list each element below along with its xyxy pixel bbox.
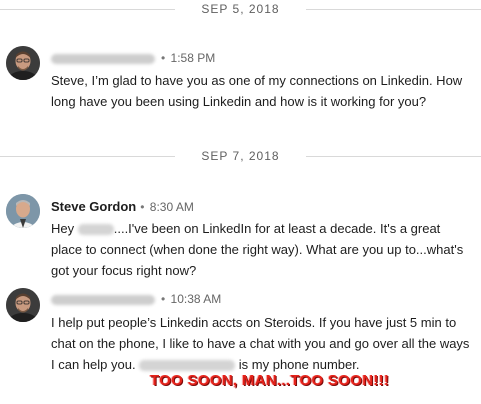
sender-avatar[interactable] xyxy=(6,46,40,80)
person-photo-icon xyxy=(6,288,40,322)
message-body: Steve, I’m glad to have you as one of my… xyxy=(51,73,463,109)
redacted-sender-name[interactable] xyxy=(51,294,155,305)
divider-line xyxy=(0,156,175,157)
sender-avatar[interactable] xyxy=(6,288,40,322)
message-time: 8:30 AM xyxy=(149,200,194,214)
redacted-sender-name[interactable] xyxy=(51,53,155,64)
message-time: 1:58 PM xyxy=(170,51,216,65)
date-divider-label: SEP 7, 2018 xyxy=(201,149,280,163)
redacted-phone-number xyxy=(139,360,236,372)
person-photo-icon xyxy=(6,46,40,80)
redacted-name xyxy=(77,224,114,236)
time-separator: • xyxy=(161,292,166,306)
date-divider: SEP 5, 2018 xyxy=(0,0,481,20)
message-header: Steve Gordon • 8:30 AM xyxy=(51,199,194,214)
sender-avatar[interactable] xyxy=(6,194,40,228)
time-separator: • xyxy=(140,200,145,214)
message-text: is my phone number. xyxy=(235,357,360,372)
date-divider-label: SEP 5, 2018 xyxy=(201,2,280,16)
message-time: 10:38 AM xyxy=(170,292,222,306)
time-separator: • xyxy=(161,51,166,65)
annotation-text: TOO SOON, MAN...TOO SOON!!! xyxy=(150,372,390,389)
divider-line xyxy=(306,9,481,10)
message-body: I help put people’s Linkedin accts on St… xyxy=(51,312,471,375)
message-text: Hey xyxy=(51,221,78,236)
divider-line xyxy=(0,9,175,10)
message-header: • 1:58 PM xyxy=(51,51,215,65)
person-photo-icon xyxy=(6,194,40,228)
message-header: • 10:38 AM xyxy=(51,292,221,306)
message-body: Hey ....I've been on LinkedIn for at lea… xyxy=(51,218,471,281)
sender-name[interactable]: Steve Gordon xyxy=(51,199,136,214)
divider-line xyxy=(306,156,481,157)
date-divider: SEP 7, 2018 xyxy=(0,147,481,167)
